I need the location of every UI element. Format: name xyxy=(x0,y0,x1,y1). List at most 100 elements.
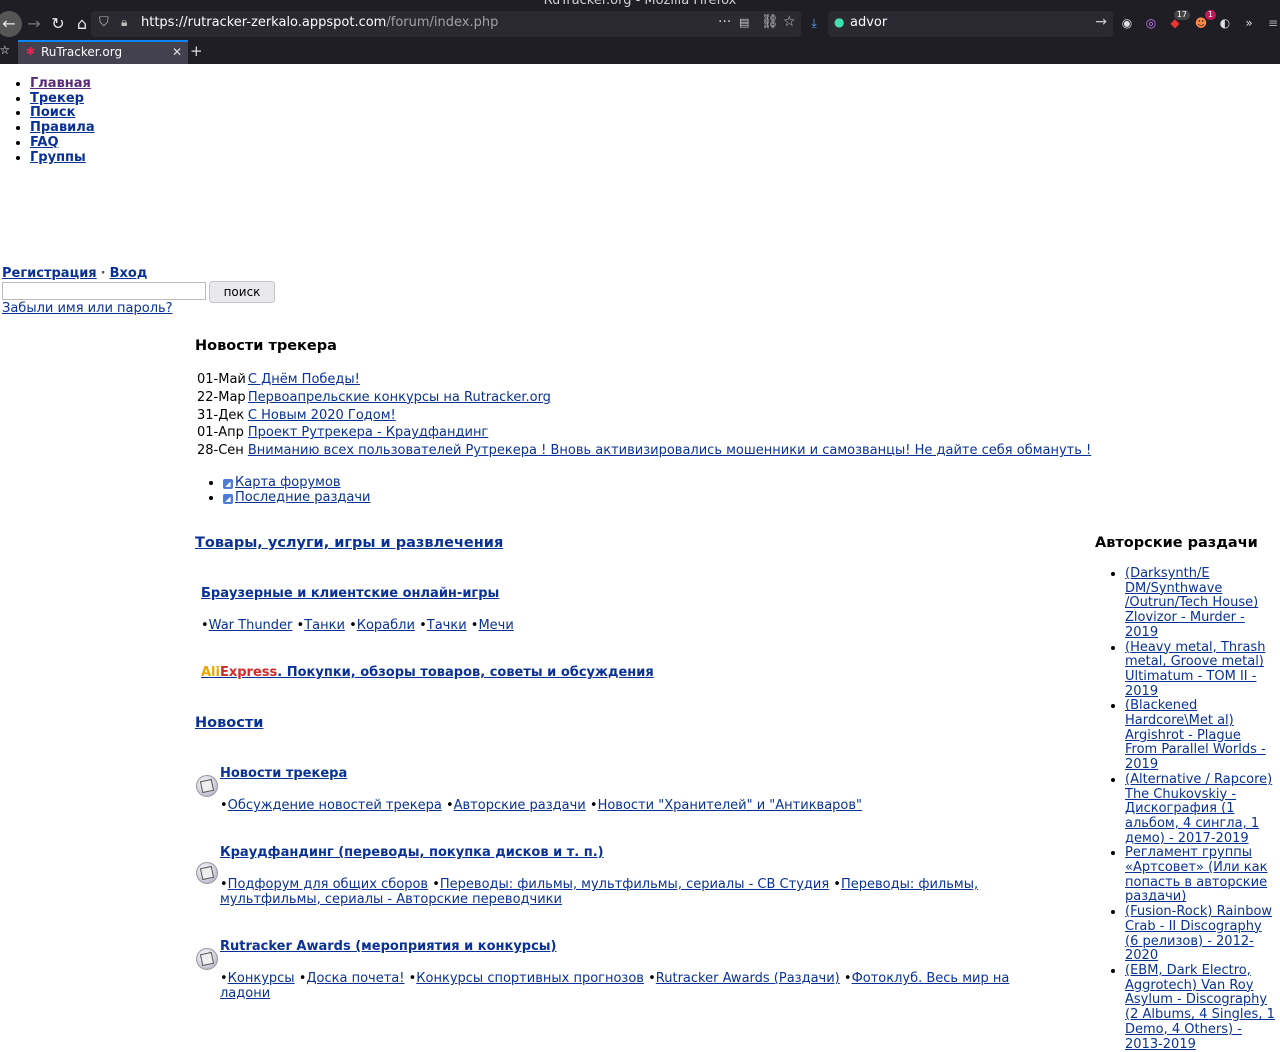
forum-crowdfunding[interactable]: Краудфандинг (переводы, покупка дисков и… xyxy=(220,845,604,860)
close-tab-icon[interactable]: ✕ xyxy=(172,45,182,59)
menu-item: Трекер xyxy=(30,91,95,107)
overflow-menu-icon[interactable]: » xyxy=(1240,14,1258,32)
forum-browser-games[interactable]: Браузерные и клиентские онлайн-игры xyxy=(201,586,499,601)
download-icon[interactable]: ⤓ xyxy=(805,14,823,32)
aliexpress-logo-part: Express xyxy=(219,665,278,680)
page-actions-icon[interactable]: ··· xyxy=(718,14,731,30)
release-link[interactable]: (Darksynth/E DM/Synthwave /Outrun/Tech H… xyxy=(1125,566,1258,640)
news-link[interactable]: С Днём Победы! xyxy=(248,372,360,387)
forum-aliexpress[interactable]: AliExpress. Покупки, обзоры товаров, сов… xyxy=(201,665,654,680)
subforum-link[interactable]: Доска почета! xyxy=(306,971,404,986)
forum-tracker-news[interactable]: Новости трекера xyxy=(220,766,347,781)
forum-map-link[interactable]: ◢ Карта форумов xyxy=(223,475,341,490)
rss-icon: ◢ xyxy=(223,479,233,489)
news-date: 22-Мар xyxy=(197,389,246,405)
news-link[interactable]: С Новым 2020 Годом! xyxy=(248,408,396,423)
reload-button[interactable]: ↻ xyxy=(46,12,70,36)
tab-rutracker[interactable]: ✱ RuTracker.org ✕ xyxy=(18,40,188,64)
subforum-link[interactable]: Обсуждение новостей трекера xyxy=(228,798,442,813)
tab-bar: ⛦ ✱ RuTracker.org ✕ + xyxy=(0,40,1280,64)
lock-icon[interactable]: 🔒︎ xyxy=(121,15,127,30)
release-link[interactable]: (EBM, Dark Electro, Aggrotech) Van Roy A… xyxy=(1125,963,1275,1052)
subforum-link[interactable]: Подфорум для общих сборов xyxy=(228,877,428,892)
subforum-link[interactable]: Корабли xyxy=(357,618,415,633)
menu-link-tracker[interactable]: Трекер xyxy=(30,91,84,106)
extension-icon[interactable]: ◐ xyxy=(1216,14,1234,32)
search-engine-icon: ● xyxy=(834,15,845,29)
category-goods-title[interactable]: Товары, услуги, игры и развлечения xyxy=(195,535,503,551)
list-item: (Blackened Hardcore\Met al) Argishrot - … xyxy=(1125,698,1277,773)
flag-icon[interactable]: ▤ xyxy=(739,16,749,29)
subforum-link[interactable]: Мечи xyxy=(478,618,513,633)
rutracker-favicon-icon: ✱ xyxy=(26,45,36,58)
category-news-title[interactable]: Новости xyxy=(195,715,263,731)
menu-link-rules[interactable]: Правила xyxy=(30,120,95,135)
tab-title: RuTracker.org xyxy=(41,45,123,59)
forum-awards[interactable]: Rutracker Awards (мероприятия и конкурсы… xyxy=(220,939,557,954)
subforum-link[interactable]: Авторские раздачи xyxy=(454,798,586,813)
forward-button[interactable]: → xyxy=(22,12,46,36)
hamburger-menu-icon[interactable]: ≡ xyxy=(1264,14,1280,32)
subforum-link[interactable]: Конкурсы спортивных прогнозов xyxy=(416,971,644,986)
subforum-link[interactable]: Новости "Хранителей" и "Антикваров" xyxy=(598,798,862,813)
news-link[interactable]: Первоапрельские конкурсы на Rutracker.or… xyxy=(248,390,551,405)
subforum-link[interactable]: Rutracker Awards (Раздачи) xyxy=(656,971,840,986)
release-link[interactable]: (Alternative / Rapcore) The Chukovskiy -… xyxy=(1125,772,1272,846)
extension-badge: 17 xyxy=(1173,10,1190,20)
url-text[interactable]: https://rutracker-zerkalo.appspot.com/fo… xyxy=(141,15,498,30)
menu-item: Группы xyxy=(30,150,95,166)
release-link[interactable]: (Fusion-Rock) Rainbow Crab - II Discogra… xyxy=(1125,904,1272,963)
feed-item: ◢Последние раздачи xyxy=(223,490,370,505)
author-releases-heading: Авторские раздачи xyxy=(1095,535,1258,551)
search-go-icon[interactable]: → xyxy=(1095,14,1107,30)
release-link[interactable]: (Blackened Hardcore\Met al) Argishrot - … xyxy=(1125,698,1266,772)
link-icon[interactable]: ⛓ xyxy=(761,14,779,30)
feed-label: Карта форумов xyxy=(235,475,341,490)
search-input[interactable] xyxy=(2,282,206,300)
subforum-link[interactable]: War Thunder xyxy=(209,618,293,633)
url-bar[interactable]: ⛉ 🔒︎ https://rutracker-zerkalo.appspot.c… xyxy=(91,11,801,37)
list-item: (Darksynth/E DM/Synthwave /Outrun/Tech H… xyxy=(1125,566,1277,641)
news-link[interactable]: Проект Рутрекера - Краудфандинг xyxy=(248,425,488,440)
forum-folder-icon xyxy=(196,948,218,970)
latest-releases-link[interactable]: ◢ Последние раздачи xyxy=(223,490,370,505)
search-button[interactable]: поиск xyxy=(209,281,275,303)
separator: · xyxy=(100,266,106,281)
subforum-link[interactable]: Танки xyxy=(304,618,345,633)
tab-list-icon[interactable]: ⛦ xyxy=(0,43,10,58)
login-link[interactable]: Вход xyxy=(110,266,148,281)
release-link[interactable]: (Heavy metal, Thrash metal, Groove metal… xyxy=(1125,640,1265,699)
forum-folder-icon xyxy=(196,775,218,797)
extension-icon[interactable]: ◎ xyxy=(1142,14,1160,32)
shield-icon[interactable]: ⛉ xyxy=(99,15,109,30)
menu-item: Правила xyxy=(30,120,95,136)
list-item: (Fusion-Rock) Rainbow Crab - II Discogra… xyxy=(1125,904,1277,964)
forgot-password-link[interactable]: Забыли имя или пароль? xyxy=(2,301,173,316)
navigation-toolbar: ← → ↻ ⌂ ⛉ 🔒︎ https://rutracker-zerkalo.a… xyxy=(0,8,1280,40)
search-bar[interactable]: ● advor → xyxy=(828,11,1113,37)
ublock-icon[interactable]: ◆ 17 xyxy=(1166,10,1190,32)
bookmark-star-icon[interactable]: ☆ xyxy=(783,14,796,30)
extension-badge: 1 xyxy=(1204,10,1216,20)
new-tab-icon[interactable]: + xyxy=(190,42,203,60)
menu-link-search[interactable]: Поиск xyxy=(30,105,75,121)
subforum-link[interactable]: Тачки xyxy=(427,618,467,633)
news-link[interactable]: Вниманию всех пользователей Рутрекера ! … xyxy=(248,443,1091,458)
menu-link-faq[interactable]: FAQ xyxy=(30,135,59,150)
extension-icon[interactable]: ◉ xyxy=(1118,14,1136,32)
menu-link-groups[interactable]: Группы xyxy=(30,150,86,165)
release-link[interactable]: Регламент группы «Артсовет» (Или как поп… xyxy=(1125,845,1267,904)
forum-title-text: . Покупки, обзоры товаров, советы и обсу… xyxy=(277,665,654,680)
subforum-link[interactable]: Конкурсы xyxy=(228,971,295,986)
url-host: https://rutracker-zerkalo.appspot.com xyxy=(141,15,387,30)
feed-label: Последние раздачи xyxy=(235,490,371,505)
list-item: (EBM, Dark Electro, Aggrotech) Van Roy A… xyxy=(1125,963,1277,1052)
back-button[interactable]: ← xyxy=(0,11,22,37)
search-value: advor xyxy=(850,15,888,30)
subforum-link[interactable]: Переводы: фильмы, мультфильмы, сериалы -… xyxy=(440,877,829,892)
list-item: Регламент группы «Артсовет» (Или как поп… xyxy=(1125,845,1277,905)
register-link[interactable]: Регистрация xyxy=(2,266,97,281)
menu-link-home[interactable]: Главная xyxy=(30,76,91,91)
window-title: RuTracker.org - Mozilla Firefox xyxy=(543,0,737,8)
extension-icon[interactable]: ☻ 1 xyxy=(1192,10,1216,32)
